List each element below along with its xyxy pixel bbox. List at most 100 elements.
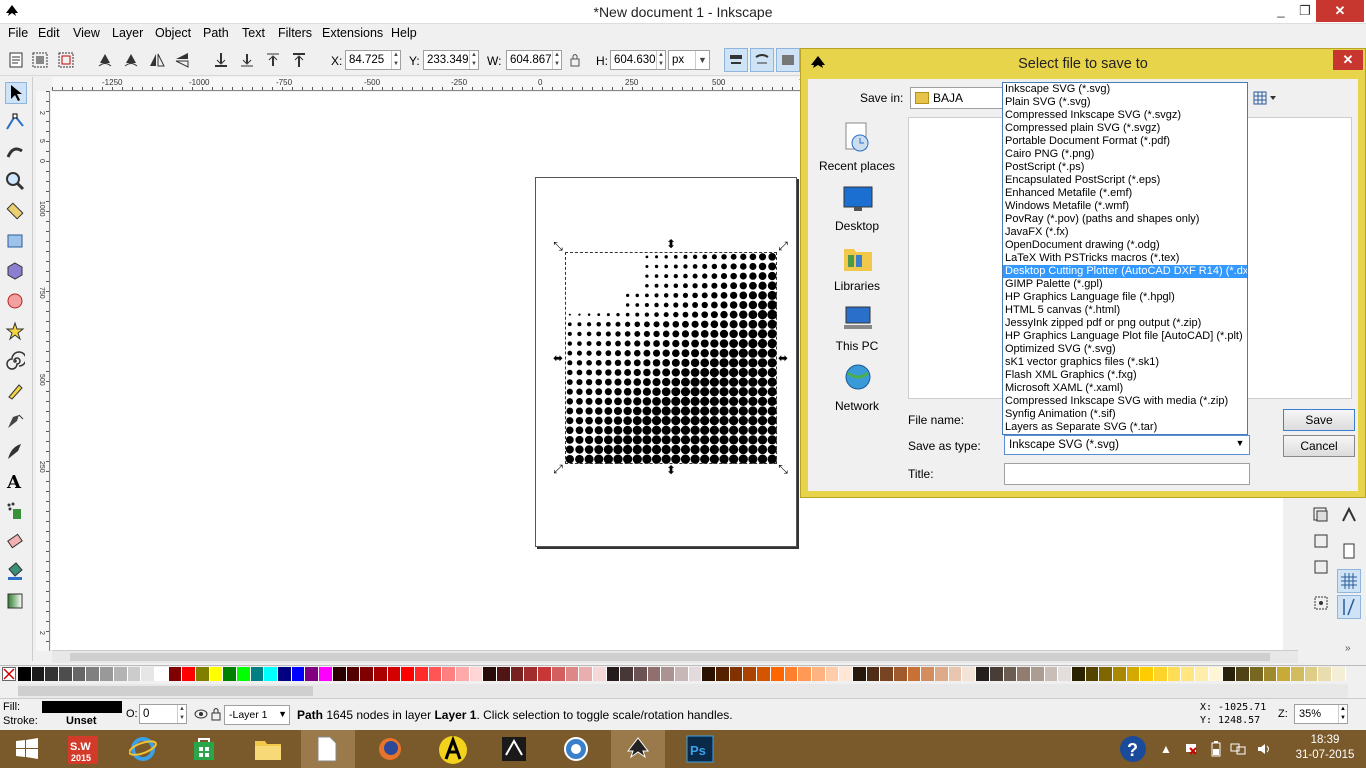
file-type-option[interactable]: JessyInk zipped pdf or png output (*.zip…: [1003, 317, 1247, 330]
color-swatch[interactable]: [428, 667, 443, 681]
menu-extensions[interactable]: Extensions: [322, 26, 383, 40]
place-this-pc[interactable]: This PC: [812, 301, 902, 361]
lock-icon[interactable]: [210, 707, 222, 721]
node-tool[interactable]: [5, 112, 27, 134]
color-swatch[interactable]: [1222, 667, 1237, 681]
color-swatch[interactable]: [1195, 667, 1209, 681]
color-swatch[interactable]: [1332, 667, 1346, 681]
x-stepper[interactable]: ▲ ▼: [391, 51, 400, 69]
file-type-option[interactable]: Desktop Cutting Plotter (AutoCAD DXF R14…: [1003, 265, 1247, 278]
snap-corners-icon[interactable]: [1311, 557, 1331, 577]
taskbar-ie[interactable]: [116, 730, 170, 768]
snap-bbox-icon[interactable]: [1311, 505, 1331, 525]
color-swatch[interactable]: [250, 667, 265, 681]
file-type-option[interactable]: Synfig Animation (*.sif): [1003, 408, 1247, 421]
file-type-option[interactable]: Encapsulated PostScript (*.eps): [1003, 174, 1247, 187]
color-swatch[interactable]: [141, 667, 155, 681]
taskbar-explorer[interactable]: [240, 730, 294, 768]
view-menu-icon[interactable]: [1252, 89, 1278, 107]
select-all-icon[interactable]: [7, 51, 25, 69]
opacity-input[interactable]: 0 ▲ ▼: [139, 704, 187, 724]
color-swatch[interactable]: [401, 667, 415, 681]
lower-icon[interactable]: [238, 51, 256, 69]
gradient-tool[interactable]: [5, 591, 27, 613]
save-as-type-select[interactable]: Inkscape SVG (*.svg) ▼: [1004, 435, 1250, 455]
pen-tool[interactable]: [5, 411, 27, 433]
y-input[interactable]: 233.349 ▲ ▼: [423, 50, 479, 70]
file-type-option[interactable]: Layers as Separate SVG (*.tar): [1003, 421, 1247, 434]
color-swatch[interactable]: [880, 667, 894, 681]
file-type-option[interactable]: Cairo PNG (*.png): [1003, 148, 1247, 161]
color-swatch[interactable]: [414, 667, 429, 681]
color-swatch[interactable]: [264, 667, 279, 681]
color-swatch[interactable]: [456, 667, 470, 681]
color-swatch[interactable]: [45, 667, 60, 681]
snap-page-icon[interactable]: [1339, 541, 1359, 561]
color-swatch[interactable]: [305, 667, 320, 681]
color-swatch[interactable]: [579, 667, 593, 681]
color-swatch[interactable]: [127, 667, 142, 681]
color-swatch[interactable]: [1140, 667, 1155, 681]
eye-icon[interactable]: [194, 708, 208, 720]
color-swatch[interactable]: [894, 667, 908, 681]
snap-guides-toggle[interactable]: [1337, 595, 1361, 619]
h-stepper[interactable]: ▲ ▼: [656, 51, 665, 69]
menu-path[interactable]: Path: [203, 26, 229, 40]
raise-icon[interactable]: [264, 51, 282, 69]
file-type-option[interactable]: GIMP Palette (*.gpl): [1003, 278, 1247, 291]
palette-scroll-thumb[interactable]: [18, 686, 313, 696]
rotate-ccw-icon[interactable]: [96, 51, 114, 69]
color-swatch[interactable]: [1017, 667, 1031, 681]
color-swatch[interactable]: [332, 667, 347, 681]
color-swatch[interactable]: [278, 667, 292, 681]
color-swatch[interactable]: [565, 667, 580, 681]
color-swatch[interactable]: [729, 667, 744, 681]
deselect-icon[interactable]: [57, 51, 75, 69]
menu-file[interactable]: File: [8, 26, 28, 40]
taskbar-catia[interactable]: [487, 730, 541, 768]
paint-bucket-tool[interactable]: [5, 561, 27, 583]
file-type-option[interactable]: HP Graphics Language Plot file [AutoCAD]…: [1003, 330, 1247, 343]
color-swatch[interactable]: [620, 667, 634, 681]
text-tool[interactable]: A: [5, 471, 27, 493]
tweak-tool[interactable]: [5, 141, 27, 163]
y-stepper[interactable]: ▲ ▼: [469, 51, 478, 69]
more-chevron-icon[interactable]: »: [1345, 643, 1351, 654]
help-icon[interactable]: ?: [1118, 735, 1148, 763]
cancel-button[interactable]: Cancel: [1283, 435, 1355, 457]
color-swatch[interactable]: [538, 667, 552, 681]
snap-grid-toggle[interactable]: [1337, 569, 1361, 593]
color-swatch[interactable]: [770, 667, 785, 681]
color-swatch[interactable]: [1071, 667, 1086, 681]
taskbar-solidworks[interactable]: S.W 2015: [54, 730, 108, 768]
color-swatch[interactable]: [1181, 667, 1196, 681]
color-swatch[interactable]: [209, 667, 224, 681]
place-libraries[interactable]: Libraries: [812, 241, 902, 301]
x-input[interactable]: 84.725 ▲ ▼: [345, 50, 401, 70]
save-button[interactable]: Save: [1283, 409, 1355, 431]
color-swatch[interactable]: [1113, 667, 1127, 681]
color-swatch[interactable]: [86, 667, 101, 681]
taskbar-autocad[interactable]: [425, 730, 479, 768]
place-network[interactable]: Network: [812, 361, 902, 421]
scale-handle-ne[interactable]: ⤢: [777, 240, 789, 252]
volume-icon[interactable]: [1256, 742, 1272, 756]
file-type-option[interactable]: HTML 5 canvas (*.html): [1003, 304, 1247, 317]
color-swatch[interactable]: [1249, 667, 1264, 681]
horizontal-scrollbar[interactable]: [52, 650, 1298, 663]
color-swatch[interactable]: [743, 667, 758, 681]
width-input[interactable]: 604.867 ▲ ▼: [506, 50, 562, 70]
flip-vertical-icon[interactable]: [173, 51, 191, 69]
menu-object[interactable]: Object: [155, 26, 191, 40]
scale-handle-nw[interactable]: ⤡: [552, 240, 564, 252]
lower-to-bottom-icon[interactable]: [212, 51, 230, 69]
file-type-option[interactable]: Optimized SVG (*.svg): [1003, 343, 1247, 356]
scale-stroke-toggle[interactable]: [724, 48, 748, 72]
color-swatch[interactable]: [1003, 667, 1018, 681]
file-type-dropdown-list[interactable]: Inkscape SVG (*.svg) Plain SVG (*.svg) Com…: [1002, 82, 1248, 435]
pencil-tool[interactable]: [5, 381, 27, 403]
flip-horizontal-icon[interactable]: [148, 51, 166, 69]
file-type-option[interactable]: Compressed Inkscape SVG (*.svgz): [1003, 109, 1247, 122]
color-swatch[interactable]: [483, 667, 498, 681]
color-swatch[interactable]: [373, 667, 388, 681]
